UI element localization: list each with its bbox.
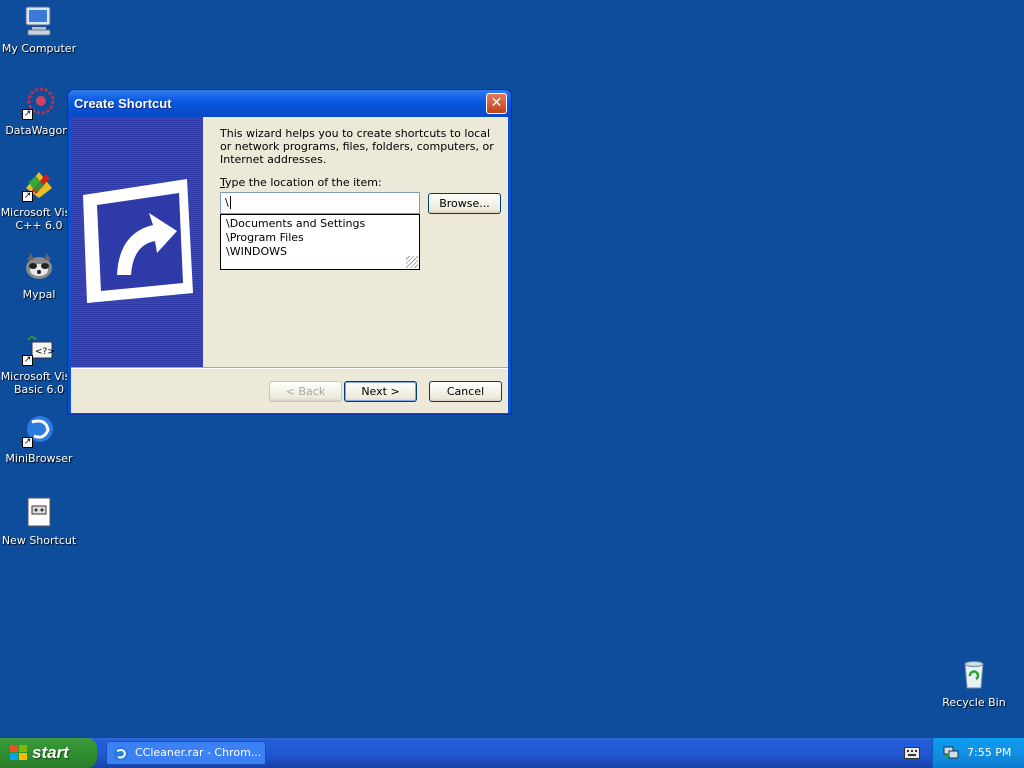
taskbar: start CCleaner.rar - Chrom... 7:55 PM <box>0 738 1024 768</box>
autocomplete-item[interactable]: \WINDOWS <box>226 245 414 259</box>
desktop-icon-label: New Shortcut <box>1 534 77 547</box>
autocomplete-list: \Documents and Settings \Program Files \… <box>220 214 420 270</box>
desktop-icon-my-computer[interactable]: My Computer <box>0 4 78 55</box>
start-label: start <box>32 743 69 762</box>
autocomplete-item[interactable]: \Documents and Settings <box>226 217 414 231</box>
resize-grip-icon[interactable] <box>406 256 418 268</box>
minibrowser-icon: ↗ <box>22 414 56 448</box>
taskbar-item-label: CCleaner.rar - Chrom... <box>135 746 262 759</box>
desktop-icon-new-shortcut[interactable]: New Shortcut <box>0 496 78 547</box>
back-button[interactable]: < Back <box>269 381 342 402</box>
dialog-body: This wizard helps you to create shortcut… <box>71 117 508 413</box>
next-button[interactable]: Next > <box>344 381 417 402</box>
taskbar-item-ccleaner[interactable]: CCleaner.rar - Chrom... <box>106 741 266 765</box>
network-icon[interactable] <box>943 746 959 760</box>
windows-flag-icon <box>10 745 27 760</box>
visual-cpp-icon: ↗ <box>22 168 56 202</box>
close-button[interactable]: ✕ <box>486 93 507 114</box>
desktop-icon-label: My Computer <box>1 42 77 55</box>
desktop-icon-label: Recycle Bin <box>942 696 1006 709</box>
shortcut-wizard-icon <box>83 179 193 303</box>
mypal-icon <box>22 250 56 284</box>
chromium-icon <box>114 747 128 761</box>
keyboard-icon[interactable] <box>904 747 920 759</box>
autocomplete-item[interactable]: \Program Files <box>226 231 414 245</box>
location-input-value: \ <box>225 196 229 209</box>
wizard-content: This wizard helps you to create shortcut… <box>220 127 501 270</box>
text-cursor <box>229 196 231 209</box>
recycle-bin-icon <box>957 658 991 692</box>
cancel-button[interactable]: Cancel <box>429 381 502 402</box>
wizard-banner-image <box>71 117 203 367</box>
system-tray: 7:55 PM <box>932 738 1024 768</box>
desktop-icon-minibrowser[interactable]: ↗ MiniBrowser <box>0 414 78 465</box>
svg-text:<?>: <?> <box>35 347 55 357</box>
start-button[interactable]: start <box>0 738 97 768</box>
wizard-separator <box>71 367 508 369</box>
my-computer-icon <box>22 4 56 38</box>
create-shortcut-dialog: Create Shortcut ✕ This wizard helps you … <box>67 89 512 415</box>
dialog-titlebar[interactable]: Create Shortcut ✕ <box>68 90 511 117</box>
shortcut-arrow-icon: ↗ <box>22 355 33 366</box>
clock[interactable]: 7:55 PM <box>967 746 1011 759</box>
desktop-icon-recycle-bin[interactable]: Recycle Bin <box>935 658 1013 709</box>
shortcut-arrow-icon: ↗ <box>22 109 33 120</box>
location-input[interactable]: \ <box>220 192 420 214</box>
location-label: Type the location of the item: <box>220 176 500 189</box>
dialog-title: Create Shortcut <box>74 96 172 111</box>
shortcut-arrow-icon: ↗ <box>22 437 33 448</box>
visual-basic-icon: <?> ↗ <box>22 332 56 366</box>
browse-button[interactable]: Browse... <box>428 193 501 214</box>
location-label-text: ype the location of the item: <box>225 176 382 189</box>
new-shortcut-icon <box>22 496 56 530</box>
datawagon-icon: ↗ <box>22 86 56 120</box>
wizard-intro-text: This wizard helps you to create shortcut… <box>220 127 494 166</box>
shortcut-arrow-icon: ↗ <box>22 191 33 202</box>
desktop-icon-label: MiniBrowser <box>5 452 73 465</box>
